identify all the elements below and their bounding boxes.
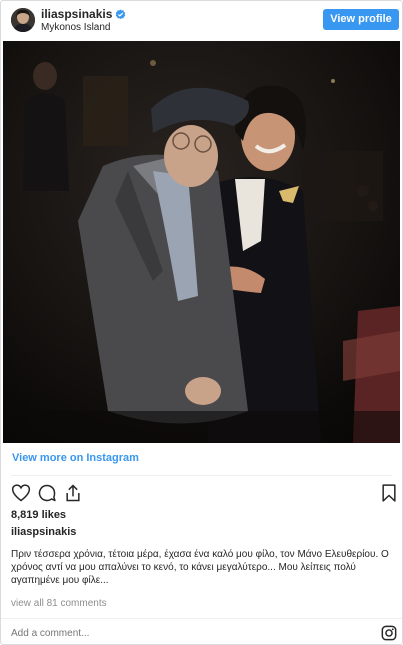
post-header: iliaspsinakis Mykonos Island View profil… xyxy=(1,1,402,39)
view-all-comments-link[interactable]: view all 81 comments xyxy=(11,598,107,609)
view-more-on-instagram-link[interactable]: View more on Instagram xyxy=(12,452,139,464)
username-text[interactable]: iliaspsinakis xyxy=(41,7,112,21)
post-photo[interactable] xyxy=(3,41,400,443)
post-photo-image xyxy=(3,41,400,443)
heart-icon[interactable] xyxy=(11,483,31,503)
view-profile-button[interactable]: View profile xyxy=(323,9,399,30)
instagram-icon[interactable] xyxy=(381,625,397,641)
divider xyxy=(11,475,392,476)
caption-username[interactable]: iliaspsinakis xyxy=(11,526,76,538)
username-link[interactable]: iliaspsinakis xyxy=(41,7,126,23)
post-caption: Πριν τέσσερα χρόνια, τέτοια μέρα, έχασα … xyxy=(11,549,389,586)
instagram-embed-card: iliaspsinakis Mykonos Island View profil… xyxy=(0,0,403,645)
avatar[interactable] xyxy=(11,8,35,32)
bookmark-icon[interactable] xyxy=(379,483,399,503)
divider xyxy=(1,618,402,619)
location-link[interactable]: Mykonos Island xyxy=(41,22,110,33)
share-icon[interactable] xyxy=(63,483,83,503)
comment-icon[interactable] xyxy=(37,483,57,503)
add-comment-input[interactable] xyxy=(11,628,311,639)
verified-badge-icon xyxy=(115,9,126,23)
likes-count[interactable]: 8,819 likes xyxy=(11,509,66,521)
